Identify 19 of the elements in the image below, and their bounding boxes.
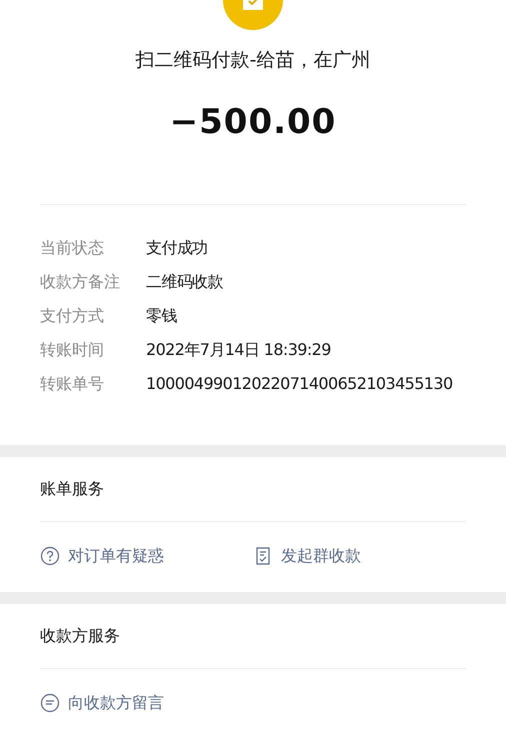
detail-label: 转账时间 <box>40 340 104 358</box>
detail-label: 支付方式 <box>40 306 104 324</box>
payment-title: 扫二维码付款-给苗，在广州 <box>136 48 370 73</box>
detail-value: 二维码收款 <box>146 270 224 292</box>
section-title: 收款方服务 <box>40 624 120 646</box>
help-icon <box>40 546 60 566</box>
action-link[interactable]: 发起群收款 <box>253 544 466 568</box>
detail-label: 收款方备注 <box>40 272 120 290</box>
detail-value: 支付成功 <box>146 236 209 258</box>
detail-label: 转账单号 <box>40 374 104 392</box>
detail-label: 当前状态 <box>40 238 104 256</box>
detail-value: 2022年7月14日 18:39:29 <box>146 338 332 360</box>
detail-value: 零钱 <box>146 304 178 326</box>
detail-value: 10000499012022071400652103455130 <box>146 372 454 394</box>
action-link[interactable]: 对订单有疑惑 <box>40 544 253 568</box>
action-link[interactable]: 向收款方留言 <box>40 690 266 714</box>
section-title: 账单服务 <box>40 478 104 500</box>
message-icon <box>40 692 60 712</box>
amount-text: −500.00 <box>170 100 336 144</box>
